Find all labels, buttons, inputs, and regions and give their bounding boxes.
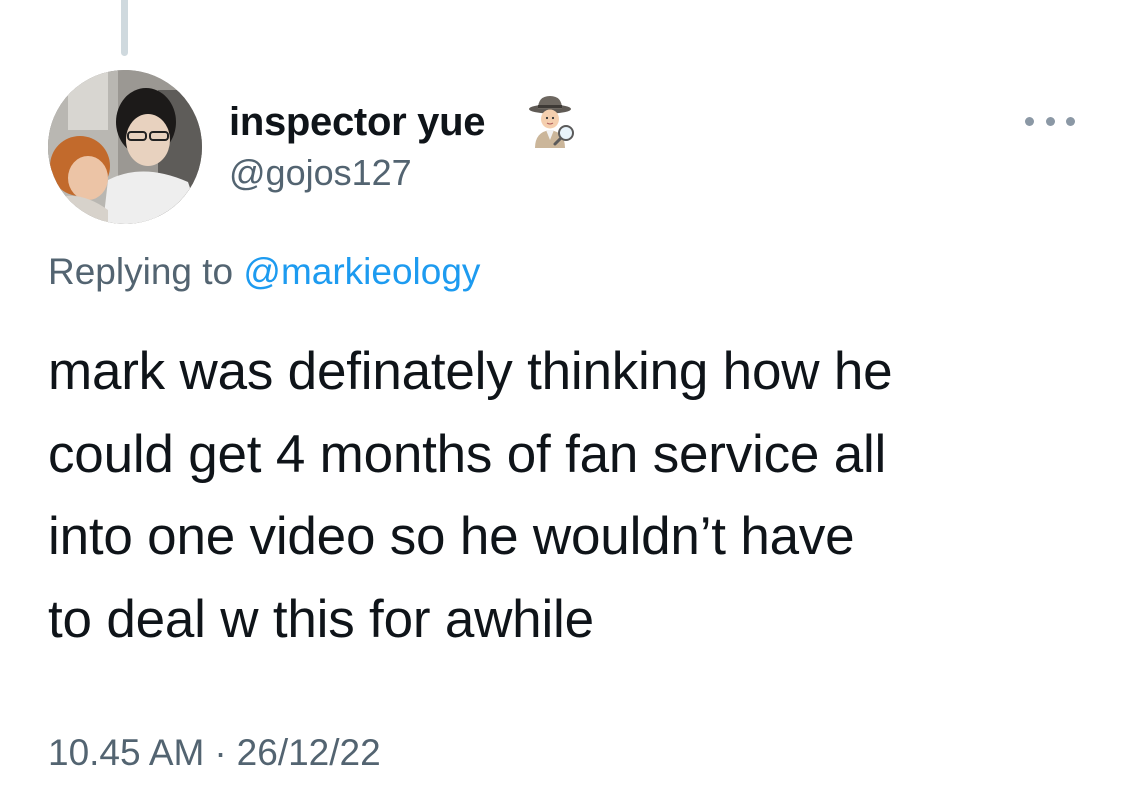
- avatar[interactable]: [48, 70, 202, 224]
- detective-icon: [529, 96, 574, 148]
- tweet-date: 26/12/22: [236, 732, 381, 773]
- replying-prefix: Replying to: [48, 251, 234, 292]
- more-dot-icon: [1066, 116, 1075, 126]
- thread-connector-line: [121, 0, 128, 56]
- replying-to-line: Replying to @markieology: [48, 248, 480, 296]
- replying-to-link[interactable]: @markieology: [243, 251, 480, 292]
- avatar-photo: [48, 70, 202, 224]
- tweet-text: mark was definately thinking how he coul…: [48, 331, 1088, 661]
- tweet-time: 10.45 AM: [48, 732, 205, 773]
- more-options-button[interactable]: [1025, 104, 1075, 138]
- display-name[interactable]: inspector yue: [229, 97, 485, 147]
- meta-separator: ·: [214, 732, 227, 773]
- tweet-text-line: into one video so he wouldn’t have: [48, 507, 855, 566]
- tweet-text-line: mark was definately thinking how he: [48, 342, 893, 401]
- tweet-timestamp[interactable]: 10.45 AM · 26/12/22: [48, 729, 381, 777]
- user-handle[interactable]: @gojos127: [229, 150, 412, 196]
- tweet-text-line: to deal w this for awhile: [48, 589, 594, 649]
- more-dot-icon: [1025, 116, 1034, 126]
- tweet-text-line: could get 4 months of fan service all: [48, 424, 887, 484]
- more-dot-icon: [1045, 116, 1055, 126]
